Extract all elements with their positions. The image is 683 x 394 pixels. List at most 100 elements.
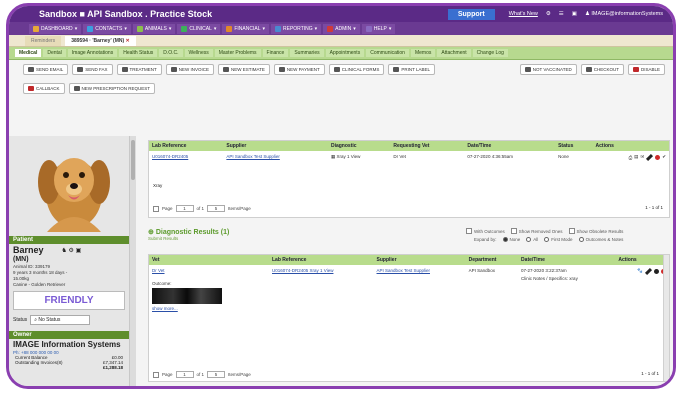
checkout-button[interactable]: CHECKOUT: [580, 64, 624, 75]
diag-results-title[interactable]: ⊕ Diagnostic Results (1): [148, 228, 229, 236]
radio-button[interactable]: [526, 237, 532, 242]
nav-contacts[interactable]: CONTACTS ▾: [83, 23, 131, 34]
expand-outcomes-notes[interactable]: Outcomes & Notes: [578, 237, 623, 242]
tab-appointments[interactable]: Appointments: [325, 49, 365, 57]
xray-thumbnail[interactable]: [152, 288, 222, 304]
new-payment-button[interactable]: NEW PAYMENT: [273, 64, 325, 75]
radio-button[interactable]: [544, 237, 550, 242]
support-button[interactable]: Support: [447, 8, 495, 20]
info-icon[interactable]: [654, 268, 659, 274]
checkbox[interactable]: [568, 228, 575, 234]
status-select[interactable]: ⌕ No Status: [30, 315, 91, 325]
page-input[interactable]: 1: [175, 371, 194, 378]
whats-new-link[interactable]: What's New: [509, 11, 538, 17]
new-estimate-button[interactable]: NEW ESTIMATE: [217, 64, 270, 75]
new-prescription-request-button[interactable]: NEW PRESCRIPTION REQUEST: [68, 83, 156, 94]
tab-health-status[interactable]: Health Status: [119, 49, 158, 57]
select-all-checkbox[interactable]: [153, 205, 159, 212]
tab-finance[interactable]: Finance: [262, 49, 289, 57]
col-department[interactable]: Department: [465, 255, 519, 265]
user-menu[interactable]: ♟ IMAGE@informationSystems: [585, 11, 663, 17]
tab-wellness[interactable]: Wellness: [184, 49, 213, 57]
tab-change-log[interactable]: Change Log: [472, 49, 508, 57]
tab-dental[interactable]: Dental: [43, 49, 66, 57]
settings-icon[interactable]: ⚙: [546, 11, 551, 17]
diag-ref-link[interactable]: U016074-DR2405 Xray 1 View: [272, 268, 333, 273]
nav-help[interactable]: HELP ▾: [361, 23, 396, 34]
image-icon[interactable]: 🐾: [637, 268, 643, 274]
nav-financial[interactable]: FINANCIAL ▾: [222, 23, 269, 34]
scrollbar-thumb[interactable]: [131, 140, 135, 180]
tab-memos[interactable]: Memos: [410, 49, 436, 57]
col-vet[interactable]: Vet: [149, 255, 269, 265]
page-input[interactable]: 1: [175, 205, 194, 212]
nav-admin[interactable]: ADMIN ▾: [323, 23, 360, 34]
table-row[interactable]: Dr Vet Outcome: show more... U016074-DR2…: [149, 265, 669, 314]
col-date-time[interactable]: Date/Time: [464, 141, 556, 151]
owner-name[interactable]: IMAGE Information Systems: [9, 339, 129, 350]
not-vaccinated-button[interactable]: NOT VACCINATED: [519, 64, 577, 75]
col-requesting-vet[interactable]: Requesting Vet: [390, 141, 465, 151]
diag-supplier-link[interactable]: API Sandbox Test Supplier: [377, 268, 430, 273]
vet-link[interactable]: Dr Vet: [152, 268, 165, 273]
clinical-forms-button[interactable]: CLINICAL FORMS: [328, 64, 385, 75]
new-invoice-button[interactable]: NEW INVOICE: [165, 64, 214, 75]
print-label-button[interactable]: PRINT LABEL: [388, 64, 436, 75]
tab-patient-record[interactable]: 389594 · 'Barney' (MN) ✕: [65, 36, 136, 46]
tab-d-o-c[interactable]: D.O.C.: [159, 49, 183, 57]
delete-icon[interactable]: [655, 154, 661, 160]
email-icon[interactable]: ✉: [640, 154, 644, 160]
filter-show-removed-ones[interactable]: Show Removed Ones: [510, 228, 563, 234]
radio-button[interactable]: [578, 237, 584, 242]
nav-clinical[interactable]: CLINICAL ▾: [177, 23, 221, 34]
tab-communication[interactable]: Communication: [366, 49, 409, 57]
col-date-time[interactable]: Date/Time: [518, 255, 616, 265]
print-icon[interactable]: ⎙: [629, 155, 633, 160]
expand-all[interactable]: All: [526, 237, 538, 242]
nav-dashboard[interactable]: DASHBOARD ▾: [29, 23, 82, 34]
nav-reporting[interactable]: REPORTING ▾: [271, 23, 322, 34]
window-icon[interactable]: ▣: [572, 11, 577, 17]
tab-image-annotations[interactable]: Image Annotations: [67, 49, 118, 57]
send-fax-button[interactable]: SEND FAX: [72, 64, 113, 75]
table-row[interactable]: U016074-DR2405 API Sandbox Test Supplier…: [149, 151, 669, 163]
select-all-checkbox[interactable]: [153, 371, 159, 378]
diag-scrollbar[interactable]: [663, 255, 669, 381]
lab-ref-link[interactable]: U016074-DR2405: [152, 154, 188, 159]
radio-button[interactable]: [502, 237, 508, 242]
col-actions[interactable]: Actions: [615, 255, 669, 265]
tab-master-problems[interactable]: Master Problems: [214, 49, 261, 57]
show-more-link[interactable]: show more...: [152, 306, 266, 311]
checkbox[interactable]: [510, 228, 517, 234]
col-supplier[interactable]: Supplier: [223, 141, 328, 151]
filter-show-obsolete-results[interactable]: Show Obsolete Results: [568, 228, 623, 234]
col-diagnostic[interactable]: Diagnostic: [327, 141, 391, 151]
per-page-select[interactable]: 5: [207, 205, 226, 212]
edit-icon[interactable]: [646, 153, 654, 161]
tab-summaries[interactable]: Summaries: [290, 49, 324, 57]
checkbox[interactable]: [466, 228, 472, 234]
tab-medical[interactable]: Medical: [15, 49, 42, 57]
filter-with-outcomes[interactable]: With Outcomes: [466, 228, 505, 234]
edit-icon[interactable]: [644, 267, 653, 275]
submit-results-link[interactable]: Submit Results: [148, 236, 229, 241]
disable-button[interactable]: DISABLE: [627, 64, 665, 75]
callback-button[interactable]: CALLBACK: [23, 83, 65, 94]
sidebar-scrollbar[interactable]: [129, 136, 136, 386]
expand-none[interactable]: None: [502, 237, 520, 242]
supplier-link[interactable]: API Sandbox Test Supplier: [226, 154, 279, 159]
menu-icon[interactable]: ☰: [559, 11, 564, 17]
per-page-select[interactable]: 5: [207, 371, 226, 378]
close-icon[interactable]: ✕: [126, 38, 130, 44]
expand-first-mode[interactable]: First Mode: [544, 237, 573, 242]
treatment-button[interactable]: TREATMENT: [116, 64, 162, 75]
col-actions[interactable]: Actions: [592, 141, 669, 151]
col-status[interactable]: Status: [555, 141, 593, 151]
check-icon[interactable]: ✔: [662, 154, 666, 160]
document-icon[interactable]: ▤: [634, 154, 638, 160]
tab-reminders[interactable]: Reminders: [25, 36, 62, 46]
col-supplier[interactable]: Supplier: [373, 255, 466, 265]
nav-animals[interactable]: ANIMALS ▾: [132, 23, 176, 34]
send-email-button[interactable]: SEND EMAIL: [23, 64, 69, 75]
tab-attachment[interactable]: Attachment: [437, 49, 471, 57]
